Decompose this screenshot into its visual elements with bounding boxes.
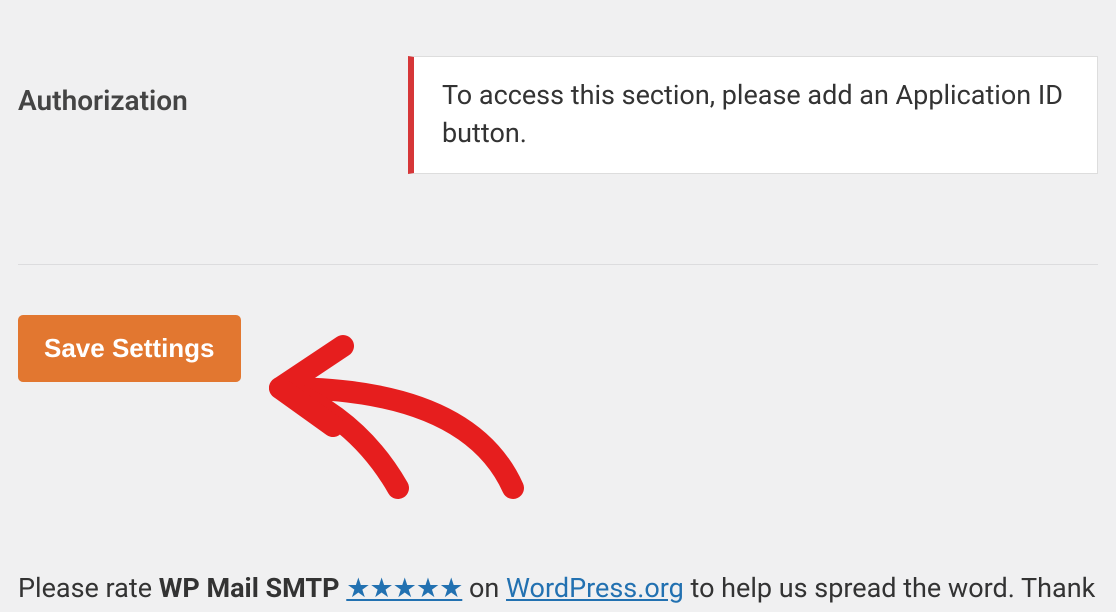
footer-prefix: Please rate bbox=[18, 572, 159, 604]
save-area: Save Settings bbox=[0, 265, 1116, 382]
footer-rating: Please rate WP Mail SMTP ★★★★★ on WordPr… bbox=[18, 572, 1116, 604]
authorization-label: Authorization bbox=[18, 56, 408, 117]
authorization-notice: To access this section, please add an Ap… bbox=[408, 56, 1098, 174]
authorization-row: Authorization To access this section, pl… bbox=[0, 56, 1116, 174]
footer-on: on bbox=[462, 572, 506, 604]
wordpress-org-link[interactable]: WordPress.org bbox=[506, 572, 684, 604]
footer-suffix: to help us spread the word. Thank bbox=[684, 572, 1096, 604]
authorization-value: To access this section, please add an Ap… bbox=[408, 56, 1098, 174]
footer-product-name: WP Mail SMTP bbox=[159, 572, 340, 604]
rating-stars-link[interactable]: ★★★★★ bbox=[346, 572, 462, 604]
save-settings-button[interactable]: Save Settings bbox=[18, 315, 241, 382]
